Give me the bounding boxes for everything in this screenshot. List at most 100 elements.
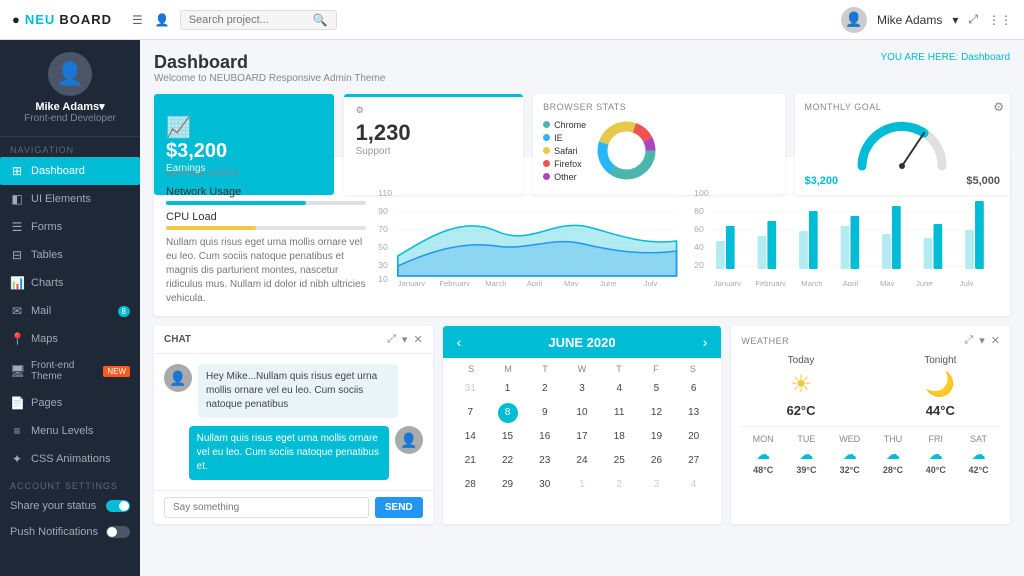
chat-expand-icon[interactable]: ⤢ xyxy=(387,333,396,346)
main-content: Dashboard Welcome to NEUBOARD Responsive… xyxy=(140,40,1024,576)
sidebar-item-pages[interactable]: 📄 Pages xyxy=(0,389,140,417)
svg-text:June: June xyxy=(916,279,933,286)
cal-day[interactable]: 11 xyxy=(602,402,637,424)
chat-send-button[interactable]: SEND xyxy=(375,497,423,518)
cal-day[interactable]: 3 xyxy=(564,378,599,400)
sidebar-item-label: UI Elements xyxy=(31,193,91,205)
hamburger-icon[interactable]: ☰ xyxy=(132,13,143,27)
sidebar-item-css-animations[interactable]: ✦ CSS Animations xyxy=(0,445,140,473)
sidebar-push-notifications[interactable]: Push Notifications xyxy=(0,519,140,545)
cal-day[interactable]: 3 xyxy=(639,474,674,496)
app-logo: ● NEUBOARD xyxy=(12,12,112,27)
cal-day[interactable]: 1 xyxy=(564,474,599,496)
weather-actions: ⤢ ▾ ✕ xyxy=(964,334,1000,347)
cal-day[interactable]: 13 xyxy=(676,402,711,424)
ui-elements-icon: ◧ xyxy=(10,192,24,206)
cal-day[interactable]: 9 xyxy=(527,402,562,424)
sidebar-item-maps[interactable]: 📍 Maps xyxy=(0,325,140,353)
sidebar: 👤 Mike Adams▾ Front-end Developer NAVIGA… xyxy=(0,40,140,576)
cal-day[interactable]: 26 xyxy=(639,450,674,472)
sidebar-item-frontend-theme[interactable]: 🖥 Front-end Theme NEW xyxy=(0,353,140,389)
cal-day[interactable]: 4 xyxy=(602,378,637,400)
search-input[interactable] xyxy=(189,14,309,26)
chat-input[interactable] xyxy=(164,497,369,518)
sidebar-item-dashboard[interactable]: ⊞ Dashboard xyxy=(0,157,140,185)
sidebar-item-menu-levels[interactable]: ≡ Menu Levels xyxy=(0,417,140,445)
options-icon[interactable]: ⋮⋮ xyxy=(988,13,1012,27)
cal-day[interactable]: 7 xyxy=(453,402,488,424)
cal-day[interactable]: 17 xyxy=(564,426,599,448)
calendar-days[interactable]: 31 1 2 3 4 5 6 7 8 9 10 11 12 13 xyxy=(453,378,712,496)
cal-day[interactable]: 1 xyxy=(490,378,525,400)
cal-day[interactable]: 27 xyxy=(676,450,711,472)
user-dropdown-arrow[interactable]: ▾ xyxy=(952,13,958,27)
monthly-goal-settings[interactable]: ⚙ xyxy=(993,100,1004,114)
network-usage-stat: Network Usage xyxy=(166,186,366,205)
sidebar-item-charts[interactable]: 📊 Charts xyxy=(0,269,140,297)
sidebar-item-tables[interactable]: ⊟ Tables xyxy=(0,241,140,269)
svg-text:90: 90 xyxy=(378,206,388,216)
cal-day[interactable]: 6 xyxy=(676,378,711,400)
cal-day[interactable]: 30 xyxy=(527,474,562,496)
weather-title: WEATHER xyxy=(741,336,789,346)
svg-text:April: April xyxy=(843,279,859,286)
weather-minimize-icon[interactable]: ▾ xyxy=(979,334,985,347)
chat-close-icon[interactable]: ✕ xyxy=(413,333,422,346)
charts-icon: 📊 xyxy=(10,276,24,290)
search-box[interactable]: 🔍 xyxy=(180,10,337,30)
monthly-goal-title: MONTHLY GOAL xyxy=(805,102,1000,112)
user-avatar: 👤 xyxy=(841,7,867,33)
share-status-toggle[interactable] xyxy=(106,500,130,512)
calendar-header: ‹ JUNE 2020 › xyxy=(443,326,722,358)
sidebar-item-ui-elements[interactable]: ◧ UI Elements xyxy=(0,185,140,213)
weather-sat: SAT ☁ 42°C xyxy=(969,434,989,475)
sidebar-share-status[interactable]: Share your status xyxy=(0,493,140,519)
cal-day[interactable]: 24 xyxy=(564,450,599,472)
svg-text:100: 100 xyxy=(694,188,709,198)
weather-close-icon[interactable]: ✕ xyxy=(991,334,1000,347)
calendar-next-button[interactable]: › xyxy=(703,334,708,350)
chat-bubble-outgoing: Nullam quis risus eget urna mollis ornar… xyxy=(189,426,389,480)
monthly-goal-card: MONTHLY GOAL ⚙ $3,200 $5,000 xyxy=(795,94,1010,195)
cal-day[interactable]: 23 xyxy=(527,450,562,472)
cal-day[interactable]: 20 xyxy=(676,426,711,448)
cal-day[interactable]: 19 xyxy=(639,426,674,448)
topbar-nav-icons[interactable]: ☰ 👤 xyxy=(132,13,170,27)
svg-text:July: July xyxy=(644,279,658,286)
sidebar-item-label: Mail xyxy=(31,305,51,317)
weather-week: MON ☁ 48°C TUE ☁ 39°C WED ☁ 32°C xyxy=(741,426,1000,475)
sidebar-item-label: Forms xyxy=(31,221,62,233)
page-subtitle: Welcome to NEUBOARD Responsive Admin The… xyxy=(154,73,385,84)
fullscreen-icon[interactable]: ⤢ xyxy=(968,12,978,27)
svg-text:March: March xyxy=(801,279,822,286)
cal-day[interactable]: 18 xyxy=(602,426,637,448)
cal-day[interactable]: 4 xyxy=(676,474,711,496)
calendar-prev-button[interactable]: ‹ xyxy=(457,334,462,350)
cal-day[interactable]: 29 xyxy=(490,474,525,496)
cal-day[interactable]: 22 xyxy=(490,450,525,472)
cal-day[interactable]: 10 xyxy=(564,402,599,424)
sidebar-item-label: Menu Levels xyxy=(31,425,93,437)
cal-day[interactable]: 16 xyxy=(527,426,562,448)
weather-expand-icon[interactable]: ⤢ xyxy=(964,334,973,347)
cal-day[interactable]: 28 xyxy=(453,474,488,496)
cal-day[interactable]: 2 xyxy=(527,378,562,400)
stats-row: 📈 $3,200 Earnings ⚙ 1,230 Support BROWSE… xyxy=(154,94,1010,195)
sidebar-item-mail[interactable]: ✉ Mail 8 xyxy=(0,297,140,325)
push-notifications-toggle[interactable] xyxy=(106,526,130,538)
user-icon[interactable]: 👤 xyxy=(155,13,170,27)
browser-legend: Chrome IE Safari Firefox Other xyxy=(543,120,586,182)
cal-day[interactable]: 12 xyxy=(639,402,674,424)
cal-day[interactable]: 21 xyxy=(453,450,488,472)
cal-day[interactable]: 2 xyxy=(602,474,637,496)
sidebar-user-name: Mike Adams▾ xyxy=(8,100,132,113)
cal-day[interactable]: 5 xyxy=(639,378,674,400)
bar-chart: 100 80 60 40 20 xyxy=(692,186,998,286)
cal-day-today[interactable]: 8 xyxy=(498,403,518,423)
chat-minimize-icon[interactable]: ▾ xyxy=(402,333,408,346)
cal-day[interactable]: 31 xyxy=(453,378,488,400)
cal-day[interactable]: 15 xyxy=(490,426,525,448)
cal-day[interactable]: 14 xyxy=(453,426,488,448)
sidebar-item-forms[interactable]: ☰ Forms xyxy=(0,213,140,241)
cal-day[interactable]: 25 xyxy=(602,450,637,472)
